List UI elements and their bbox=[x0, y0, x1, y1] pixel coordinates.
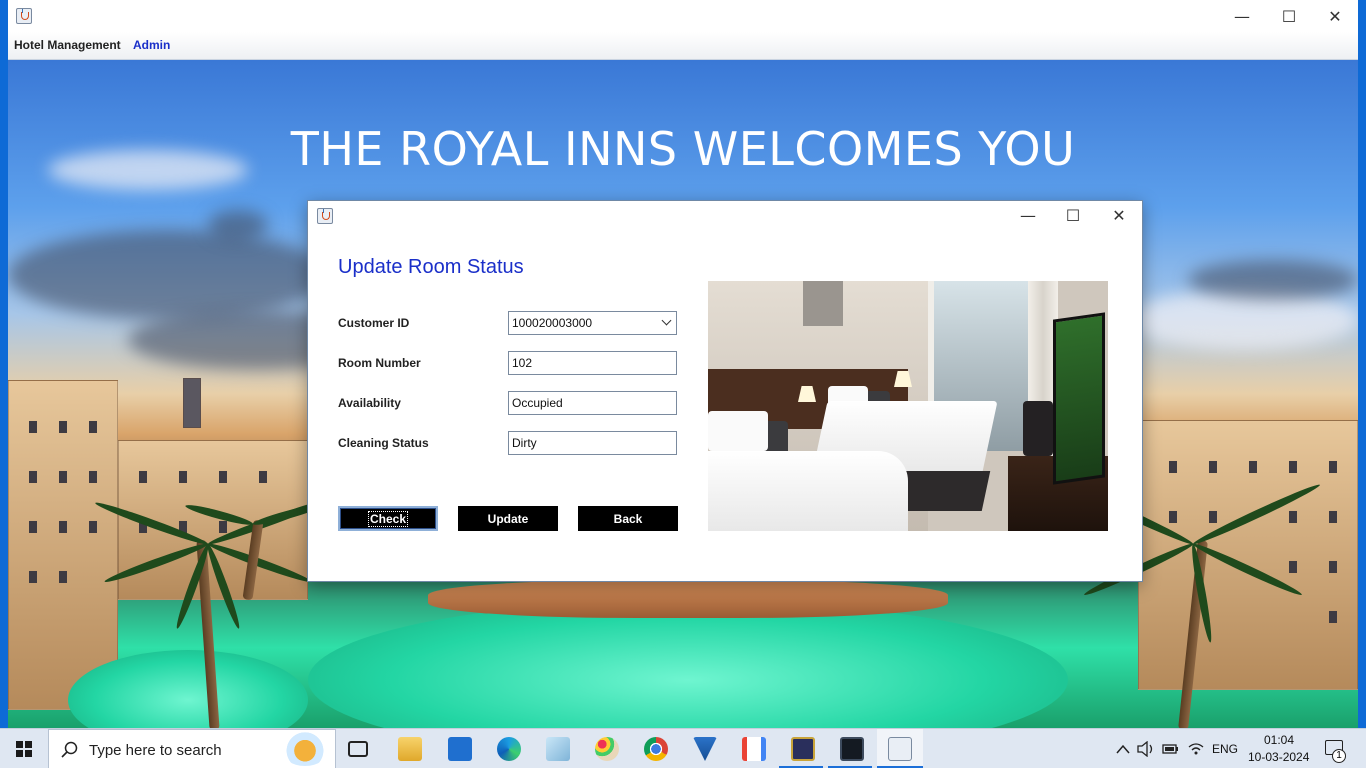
cleaning-status-field[interactable]: Dirty bbox=[508, 431, 677, 455]
dialog-maximize-button[interactable]: ☐ bbox=[1050, 201, 1096, 229]
speaker-icon[interactable] bbox=[1137, 741, 1155, 757]
search-highlight-icon bbox=[281, 732, 329, 766]
chevron-down-icon[interactable] bbox=[661, 316, 673, 328]
availability-field[interactable]: Occupied bbox=[508, 391, 677, 415]
mail-icon[interactable] bbox=[448, 737, 472, 761]
search-icon bbox=[61, 741, 78, 758]
task-view-icon[interactable] bbox=[348, 741, 368, 757]
availability-label: Availability bbox=[338, 396, 401, 410]
update-button[interactable]: Update bbox=[458, 506, 558, 531]
notification-count-badge: 1 bbox=[1332, 749, 1346, 763]
close-button[interactable]: ✕ bbox=[1312, 0, 1358, 32]
cleaning-status-label: Cleaning Status bbox=[338, 436, 429, 450]
battery-icon[interactable] bbox=[1162, 742, 1180, 756]
taskbar: Type here to search ENG 01:04 10-03-2024… bbox=[0, 728, 1366, 768]
welcome-banner: THE ROYAL INNS WELCOMES YOU bbox=[290, 122, 1076, 176]
search-placeholder: Type here to search bbox=[89, 742, 222, 759]
customer-id-combobox[interactable]: 100020003000 bbox=[508, 311, 677, 335]
check-button[interactable]: Check bbox=[338, 506, 438, 531]
chrome-icon[interactable] bbox=[644, 737, 668, 761]
paint-icon[interactable] bbox=[595, 737, 619, 761]
language-indicator[interactable]: ENG bbox=[1212, 742, 1238, 756]
start-button[interactable] bbox=[0, 729, 48, 768]
maximize-button[interactable]: ☐ bbox=[1266, 0, 1312, 32]
dialog-minimize-button[interactable]: — bbox=[1005, 201, 1051, 229]
main-titlebar[interactable]: — ☐ ✕ bbox=[8, 0, 1358, 32]
customer-id-label: Customer ID bbox=[338, 316, 410, 330]
java-app-icon bbox=[16, 8, 32, 24]
room-number-field[interactable]: 102 bbox=[508, 351, 677, 375]
dialog-close-button[interactable]: ✕ bbox=[1096, 201, 1142, 229]
mysql-icon[interactable] bbox=[840, 737, 864, 761]
java-icon[interactable] bbox=[888, 737, 912, 761]
notepad-icon[interactable] bbox=[546, 737, 570, 761]
edge-icon[interactable] bbox=[497, 737, 521, 761]
room-photo bbox=[708, 281, 1108, 531]
file-explorer-icon[interactable] bbox=[398, 737, 422, 761]
clock-date[interactable]: 10-03-2024 bbox=[1248, 750, 1309, 764]
update-room-status-dialog: — ☐ ✕ Update Room Status Customer ID 100… bbox=[307, 200, 1143, 582]
room-number-label: Room Number bbox=[338, 356, 421, 370]
clock-time[interactable]: 01:04 bbox=[1264, 733, 1294, 747]
java-app-icon bbox=[317, 208, 333, 224]
menubar: Hotel Management Admin bbox=[8, 32, 1358, 60]
check-button-label: Check bbox=[367, 510, 409, 527]
wifi-icon[interactable] bbox=[1187, 741, 1205, 757]
customer-id-value: 100020003000 bbox=[512, 316, 593, 330]
windows-logo-icon bbox=[16, 741, 32, 757]
gmail-icon[interactable] bbox=[742, 737, 766, 761]
photo-app-icon[interactable] bbox=[791, 737, 815, 761]
menu-admin[interactable]: Admin bbox=[133, 38, 170, 52]
back-button[interactable]: Back bbox=[578, 506, 678, 531]
taskbar-search[interactable]: Type here to search bbox=[48, 729, 336, 768]
vpn-icon[interactable] bbox=[693, 737, 717, 761]
menu-hotel-management[interactable]: Hotel Management bbox=[14, 38, 121, 52]
minimize-button[interactable]: — bbox=[1219, 0, 1265, 32]
chevron-up-icon[interactable] bbox=[1116, 744, 1130, 754]
dialog-title: Update Room Status bbox=[338, 256, 524, 278]
